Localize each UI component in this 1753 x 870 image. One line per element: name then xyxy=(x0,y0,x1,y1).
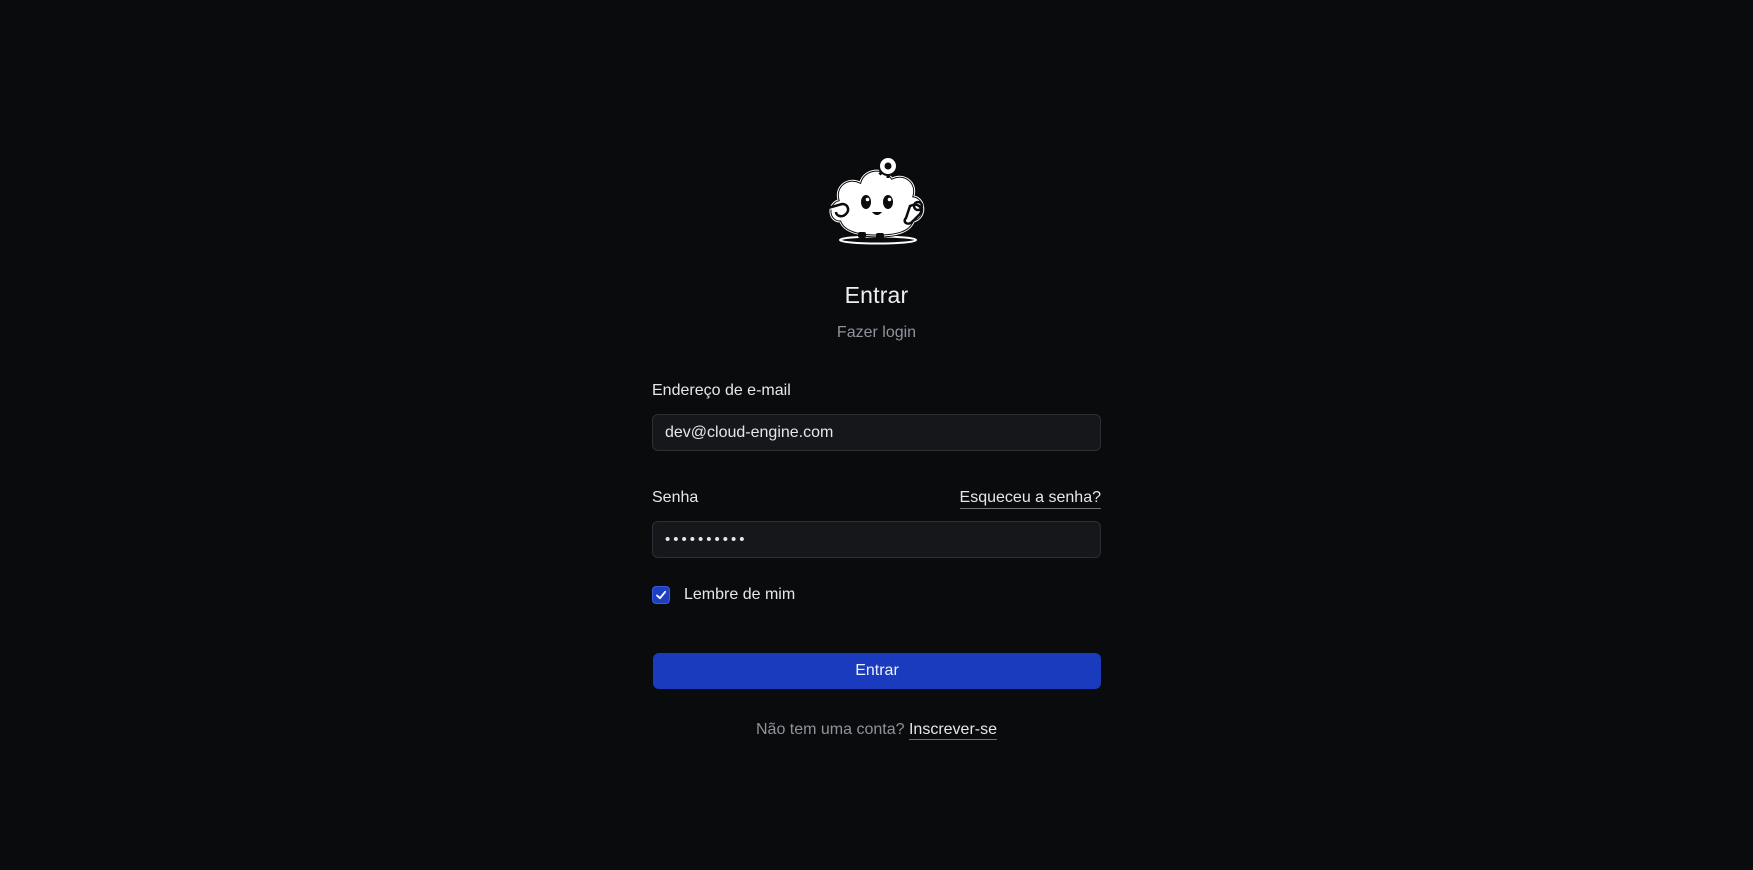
remember-me-label: Lembre de mim xyxy=(684,586,796,603)
signup-row: Não tem uma conta? Inscrever-se xyxy=(652,721,1101,740)
login-form: Endereço de e-mail dev@cloud-engine.com … xyxy=(652,380,1101,740)
password-field[interactable]: •••••••••• xyxy=(652,521,1101,558)
login-page: Entrar Fazer login Endereço de e-mail de… xyxy=(0,0,1753,870)
page-subtitle: Fazer login xyxy=(836,324,917,341)
password-label: Senha xyxy=(652,489,699,506)
forgot-password-link[interactable]: Esqueceu a senha? xyxy=(959,488,1101,509)
signup-prompt: Não tem uma conta? xyxy=(755,721,905,738)
page-title: Entrar xyxy=(844,282,909,308)
cloud-mascot-logo xyxy=(818,152,936,247)
password-label-row: Senha Esqueceu a senha? xyxy=(652,487,1101,509)
login-button[interactable]: Entrar xyxy=(653,653,1101,689)
remember-me-row: Lembre de mim xyxy=(652,584,1101,606)
signup-link[interactable]: Inscrever-se xyxy=(908,721,997,740)
password-value: •••••••••• xyxy=(665,531,748,548)
email-label: Endereço de e-mail xyxy=(652,382,791,399)
email-value: dev@cloud-engine.com xyxy=(665,423,834,441)
cloud-mascot-icon xyxy=(827,154,926,245)
email-field[interactable]: dev@cloud-engine.com xyxy=(652,414,1101,451)
checkmark-icon xyxy=(656,590,667,600)
remember-me-checkbox[interactable] xyxy=(652,586,670,604)
